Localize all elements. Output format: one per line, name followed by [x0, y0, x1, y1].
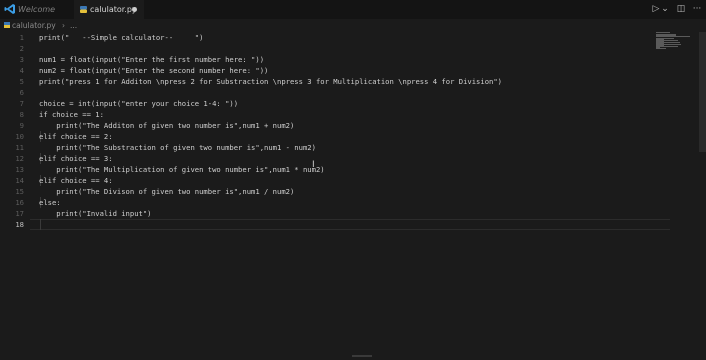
code-line: 10 elif choice == 2:	[0, 131, 650, 142]
code-text: elif choice == 4:	[39, 176, 113, 185]
code-text: elif choice == 3:	[39, 154, 113, 163]
code-text: print("The Divison of given two number i…	[39, 187, 295, 196]
minimap-line	[656, 36, 690, 37]
line-number: 1	[19, 33, 24, 42]
line-number: 9	[19, 121, 24, 130]
line-number: 5	[19, 77, 24, 86]
code-line: 8 if choice == 1:	[0, 109, 650, 120]
line-number: 15	[15, 187, 24, 196]
line-number: 3	[19, 55, 24, 64]
tab-welcome-label: Welcome	[18, 5, 56, 14]
panel-sash[interactable]	[352, 355, 372, 357]
code-line: 6	[0, 87, 650, 98]
mouse-text-cursor-icon: I	[312, 160, 315, 170]
code-text: num1 = float(input("Enter the first numb…	[39, 55, 265, 64]
code-text: if choice == 1:	[39, 110, 104, 119]
code-line: 3 num1 = float(input("Enter the first num…	[0, 54, 650, 65]
code-editor[interactable]: 1 print(" --Simple calculator-- ") 2 3 num…	[0, 32, 706, 360]
minimap-line	[656, 32, 670, 33]
code-line: 2	[0, 43, 650, 54]
vscode-logo-icon	[4, 4, 15, 14]
minimap-line	[656, 48, 666, 49]
line-number: 6	[19, 88, 24, 97]
python-icon	[80, 6, 87, 13]
tab-bar: Welcome calulator.py ▷ ⌄ ◫ ···	[0, 0, 706, 19]
code-line: 1 print(" --Simple calculator-- ")	[0, 32, 650, 43]
run-menu-chevron-icon[interactable]: ⌄	[661, 3, 669, 15]
vertical-scrollbar[interactable]	[699, 32, 706, 152]
breadcrumb-separator-icon: ›	[62, 21, 65, 30]
code-line: 14 elif choice == 4:	[0, 175, 650, 186]
code-line: 18	[0, 219, 650, 230]
line-number: 12	[15, 154, 24, 163]
line-number: 7	[19, 99, 24, 108]
code-text: print("The Substraction of given two num…	[39, 143, 316, 152]
line-number: 4	[19, 66, 24, 75]
code-line: 9 print("The Additon of given two number…	[0, 120, 650, 131]
code-text: print("The Additon of given two number i…	[39, 121, 295, 130]
minimap[interactable]	[656, 32, 690, 50]
line-number: 16	[15, 198, 24, 207]
code-line: 16 else:	[0, 197, 650, 208]
code-line: 15 print("The Divison of given two numbe…	[0, 186, 650, 197]
python-icon	[4, 22, 10, 28]
code-text: print("The Multiplication of given two n…	[39, 165, 325, 174]
line-number: 18	[15, 220, 24, 229]
tab-active-label: calulator.py	[90, 5, 137, 14]
run-icon[interactable]: ▷	[651, 3, 661, 15]
breadcrumb: calulator.py › ...	[0, 19, 706, 32]
line-number: 8	[19, 110, 24, 119]
code-line: 11 print("The Substraction of given two …	[0, 142, 650, 153]
line-number: 10	[15, 132, 24, 141]
tab-welcome[interactable]: Welcome	[16, 0, 76, 19]
code-text: print("Invalid input")	[39, 209, 152, 218]
breadcrumb-file[interactable]: calulator.py	[12, 19, 56, 32]
code-line: 7 choice = int(input("enter your choice 1…	[0, 98, 650, 109]
code-text: else:	[39, 198, 61, 207]
line-number: 17	[15, 209, 24, 218]
code-text: elif choice == 2:	[39, 132, 113, 141]
breadcrumb-symbols[interactable]: ...	[70, 19, 77, 32]
code-text: print("press 1 for Additon \npress 2 for…	[39, 77, 503, 86]
unsaved-dot-icon[interactable]	[132, 7, 137, 12]
line-number: 13	[15, 165, 24, 174]
code-line: 12 elif choice == 3:	[0, 153, 650, 164]
code-line: 5 print("press 1 for Additon \npress 2 fo…	[0, 76, 650, 87]
more-actions-icon[interactable]: ···	[690, 3, 704, 15]
line-number: 11	[15, 143, 24, 152]
tab-calculator-py[interactable]: calulator.py	[74, 0, 144, 19]
split-editor-icon[interactable]: ◫	[675, 3, 687, 15]
code-line: 17 print("Invalid input")	[0, 208, 650, 219]
code-text: print(" --Simple calculator-- ")	[39, 33, 204, 42]
code-line: 4 num2 = float(input("Enter the second nu…	[0, 65, 650, 76]
line-number: 14	[15, 176, 24, 185]
line-number: 2	[19, 44, 24, 53]
code-text: choice = int(input("enter your choice 1-…	[39, 99, 239, 108]
code-line: 13 print("The Multiplication of given tw…	[0, 164, 650, 175]
code-text: num2 = float(input("Enter the second num…	[39, 66, 269, 75]
